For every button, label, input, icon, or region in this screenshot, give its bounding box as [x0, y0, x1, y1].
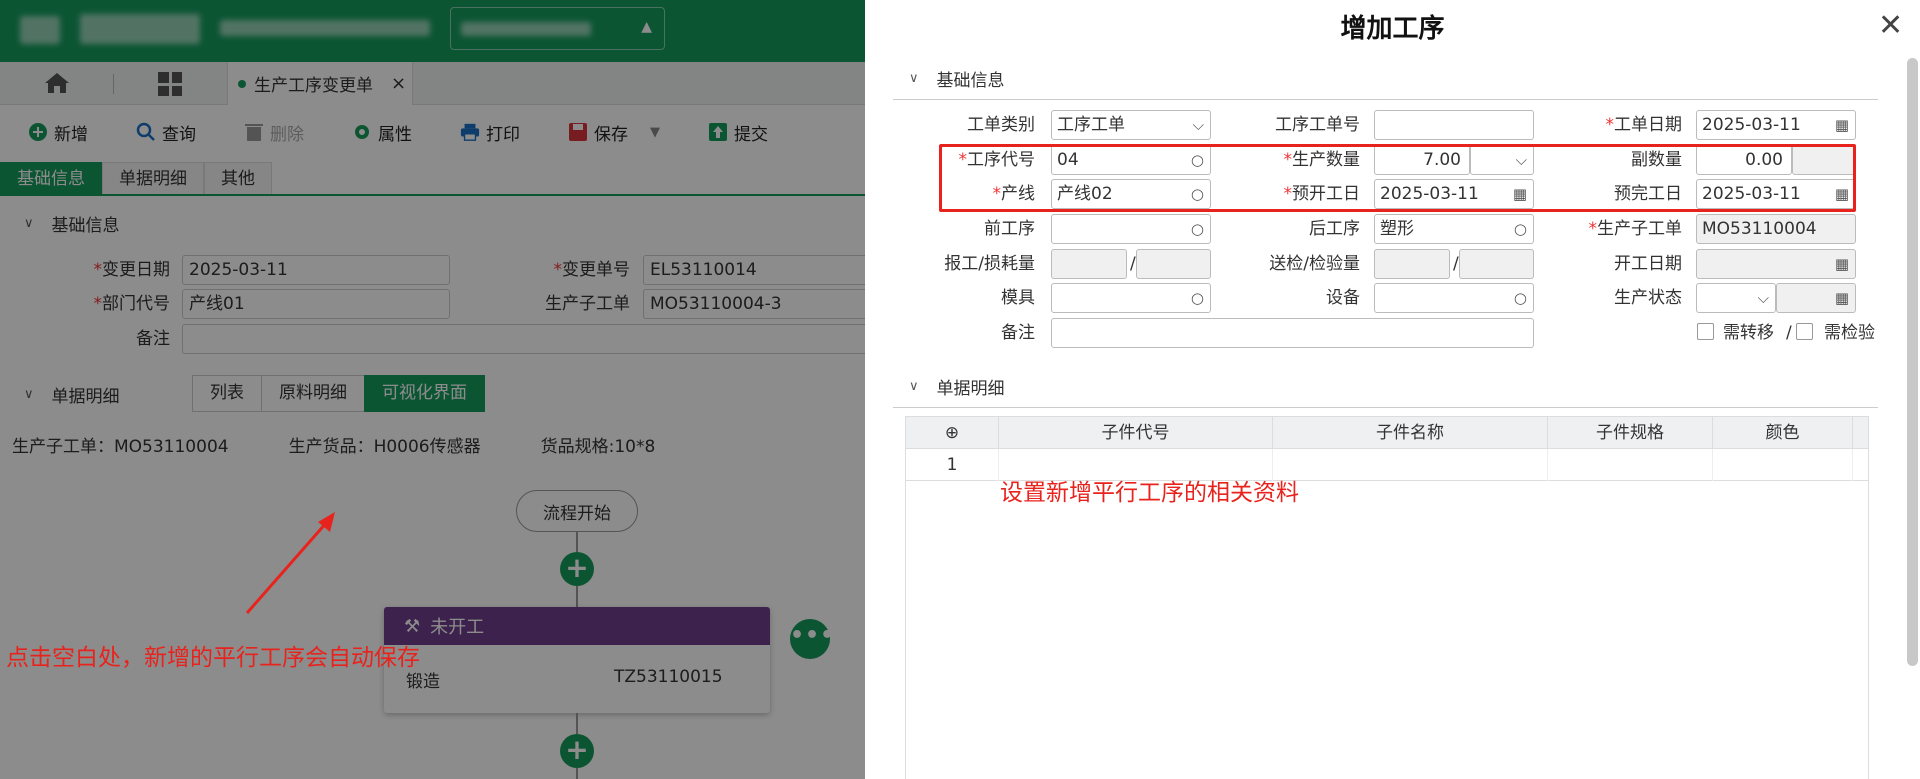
next-op-label: 后工序	[1309, 219, 1360, 239]
dialog-scrollbar[interactable]	[1907, 58, 1918, 666]
dialog-title: 增加工序	[1340, 14, 1445, 44]
dialog-section-detail[interactable]: ∨ 单据明细	[893, 366, 1878, 408]
report-qty-input	[1051, 249, 1127, 279]
highlight-box	[939, 144, 1856, 212]
calendar-icon: ▦	[1834, 116, 1849, 134]
need-transfer-label: 需转移	[1723, 323, 1774, 343]
chevron-down-icon: ⌵	[1757, 289, 1769, 307]
order-type-label: 工单类别	[967, 115, 1035, 135]
order-date-input[interactable]: 2025-03-11 ▦	[1696, 110, 1856, 140]
op-order-no-label: 工序工单号	[1275, 115, 1360, 135]
order-type-select[interactable]: 工序工单 ⌵	[1051, 110, 1211, 140]
loss-qty-input	[1136, 249, 1211, 279]
need-inspect-checkbox[interactable]	[1796, 323, 1813, 340]
left-annotation: 点击空白处，新增的平行工序会自动保存	[6, 645, 420, 671]
search-icon: ○	[1190, 220, 1204, 238]
chevron-down-icon: ∨	[909, 71, 919, 86]
table-header: ⊕ 子件代号 子件名称 子件规格 颜色	[906, 417, 1868, 449]
start-date-input: ▦	[1696, 249, 1856, 279]
chevron-down-icon: ∨	[909, 379, 919, 394]
next-op-input[interactable]: 塑形 ○	[1374, 214, 1534, 244]
send-qty-input	[1374, 249, 1450, 279]
sub-order-input: MO53110004	[1696, 214, 1856, 244]
search-icon: ○	[1190, 289, 1204, 307]
op-order-no-input[interactable]	[1374, 110, 1534, 140]
close-icon[interactable]: ✕	[1878, 8, 1903, 43]
equipment-input[interactable]: ○	[1374, 283, 1534, 313]
prod-status-label: 生产状态	[1614, 288, 1682, 308]
slash-separator: /	[1786, 323, 1792, 343]
slash-separator: /	[1453, 254, 1459, 274]
sub-order-label: *生产子工单	[1588, 219, 1683, 239]
add-row-icon[interactable]: ⊕	[906, 417, 999, 449]
start-date-label: 开工日期	[1614, 254, 1682, 274]
order-date-label: *工单日期	[1605, 115, 1683, 135]
need-transfer-checkbox[interactable]	[1697, 323, 1714, 340]
col-color: 颜色	[1713, 417, 1853, 449]
equipment-label: 设备	[1326, 288, 1360, 308]
col-child-spec: 子件规格	[1548, 417, 1713, 449]
col-child-code: 子件代号	[999, 417, 1273, 449]
mold-input[interactable]: ○	[1051, 283, 1211, 313]
send-inspect-label: 送检/检验量	[1269, 254, 1360, 274]
cell-child-spec[interactable]	[1548, 449, 1713, 481]
calendar-icon: ▦	[1834, 289, 1849, 307]
prev-op-input[interactable]: ○	[1051, 214, 1211, 244]
row-index: 1	[906, 449, 999, 481]
need-inspect-label: 需检验	[1824, 323, 1875, 343]
cell-child-name[interactable]	[1273, 449, 1548, 481]
remark-input[interactable]	[1051, 318, 1534, 348]
remark-label: 备注	[1001, 323, 1035, 343]
right-annotation: 设置新增平行工序的相关资料	[1000, 480, 1299, 506]
cell-color[interactable]	[1713, 449, 1853, 481]
chevron-down-icon: ⌵	[1192, 116, 1204, 134]
col-child-name: 子件名称	[1273, 417, 1548, 449]
dialog-section-basic[interactable]: ∨ 基础信息	[893, 58, 1878, 100]
component-table: ⊕ 子件代号 子件名称 子件规格 颜色 1	[905, 416, 1869, 779]
search-icon: ○	[1513, 220, 1527, 238]
prod-status-select[interactable]: ⌵	[1696, 283, 1776, 313]
report-loss-label: 报工/损耗量	[944, 254, 1035, 274]
prev-op-label: 前工序	[984, 219, 1035, 239]
calendar-icon: ▦	[1834, 255, 1849, 273]
search-icon: ○	[1513, 289, 1527, 307]
status-date-input: ▦	[1776, 283, 1856, 313]
slash-separator: /	[1130, 254, 1136, 274]
mold-label: 模具	[1001, 288, 1035, 308]
inspect-qty-input	[1459, 249, 1534, 279]
